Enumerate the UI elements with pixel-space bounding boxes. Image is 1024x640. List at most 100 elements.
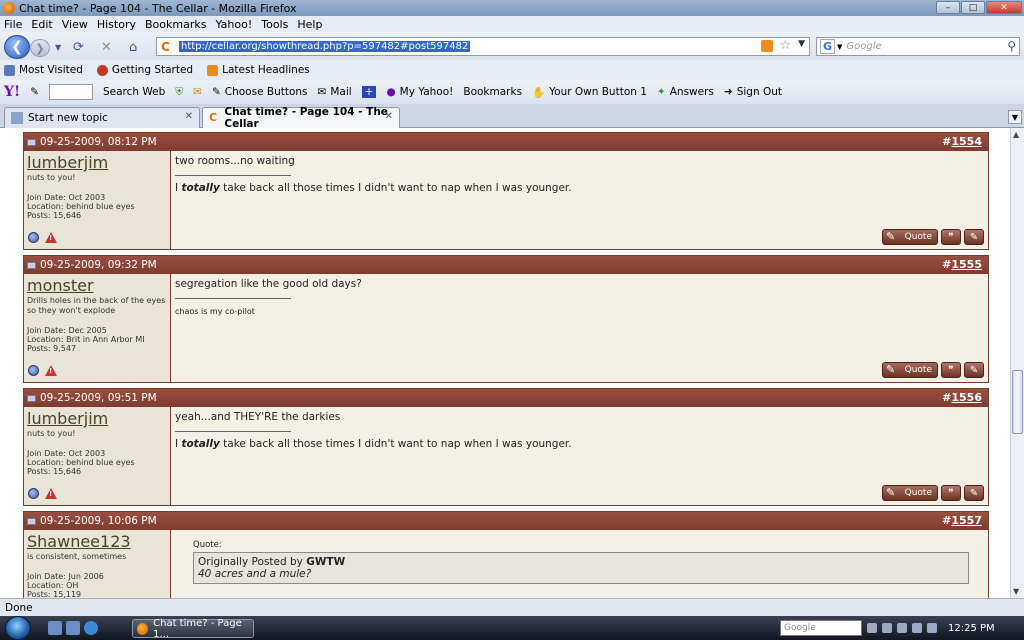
history-dropdown-icon[interactable]: ▼ [55, 43, 61, 52]
menu-bookmarks[interactable]: Bookmarks [145, 18, 206, 31]
username-link[interactable]: lumberjim [27, 154, 170, 172]
quote-button[interactable]: Quote [882, 485, 938, 501]
post-header: 09-25-2009, 09:51 PM #1556 [24, 389, 988, 407]
multi-quote-icon[interactable]: ❞ [941, 229, 961, 245]
tray-icon[interactable] [882, 623, 892, 633]
search-input[interactable]: Google [846, 41, 881, 52]
tab-start-new-topic[interactable]: Start new topic ✕ [4, 107, 200, 128]
shield-icon[interactable]: ⛨ [175, 86, 183, 99]
tray-icon[interactable] [897, 623, 907, 633]
internet-explorer-icon[interactable] [84, 621, 98, 635]
online-status-icon[interactable] [28, 365, 39, 376]
report-post-icon[interactable] [45, 365, 57, 376]
yahoo-choose-buttons[interactable]: ✎ Choose Buttons [212, 86, 308, 98]
close-button[interactable]: ✕ [986, 1, 1022, 14]
scroll-down-icon[interactable]: ▼ [1013, 587, 1019, 596]
post-number[interactable]: #1557 [942, 514, 982, 527]
tab-close-icon[interactable]: ✕ [385, 111, 393, 122]
quick-reply-icon[interactable]: ✎ [964, 485, 984, 501]
quick-reply-icon[interactable]: ✎ [964, 362, 984, 378]
menu-edit[interactable]: Edit [31, 18, 52, 31]
menu-history[interactable]: History [97, 18, 136, 31]
network-icon[interactable] [912, 623, 922, 633]
menu-yahoo[interactable]: Yahoo! [215, 18, 252, 31]
username-link[interactable]: monster [27, 277, 170, 295]
bookmark-latest-headlines[interactable]: Latest Headlines [207, 64, 310, 76]
answers-icon: ✦ [656, 86, 666, 98]
plus-icon[interactable]: + [361, 86, 377, 98]
tab-close-icon[interactable]: ✕ [185, 111, 193, 122]
url-bar[interactable]: C http://cellar.org/showthread.php?p=597… [156, 37, 810, 56]
quote-button[interactable]: Quote [882, 229, 938, 245]
menu-tools[interactable]: Tools [261, 18, 288, 31]
quote-button[interactable]: Quote [882, 362, 938, 378]
scroll-up-icon[interactable]: ▲ [1013, 130, 1019, 139]
yahoo-search-input[interactable] [48, 84, 93, 100]
rss-feed-icon[interactable] [761, 40, 773, 52]
post-number-hash: # [942, 514, 952, 527]
tray-icon[interactable] [867, 623, 877, 633]
user-icons [28, 488, 57, 499]
system-clock[interactable]: 12:25 PM [948, 623, 995, 634]
engine-dropdown-icon[interactable]: ▼ [837, 43, 842, 51]
vertical-scrollbar[interactable]: ▲ ▼ [1010, 128, 1024, 598]
report-post-icon[interactable] [45, 232, 57, 243]
maximize-button[interactable]: □ [961, 1, 985, 14]
desktop-search-input[interactable]: Google [780, 620, 862, 636]
taskbar-firefox-window[interactable]: Chat time? - Page 1... [132, 618, 254, 640]
stop-icon[interactable]: ✕ [101, 40, 112, 55]
quick-reply-icon[interactable]: ✎ [964, 229, 984, 245]
pencil-icon[interactable]: ✎ [30, 86, 39, 98]
yahoo-your-own-button[interactable]: ✋ Your Own Button 1 [532, 86, 647, 99]
post-number-link[interactable]: 1557 [951, 514, 982, 527]
tab-chat-time[interactable]: C Chat time? - Page 104 - The Cellar ✕ [202, 106, 400, 130]
yahoo-mail[interactable]: ✉ Mail [318, 86, 352, 98]
quote-attribution-prefix: Originally Posted by [198, 556, 307, 568]
post-number[interactable]: #1554 [942, 135, 982, 148]
url-text[interactable]: http://cellar.org/showthread.php?p=59748… [179, 41, 471, 52]
online-status-icon[interactable] [28, 232, 39, 243]
envelope-icon[interactable]: ✉ [193, 86, 202, 98]
username-link[interactable]: lumberjim [27, 410, 170, 428]
menu-view[interactable]: View [62, 18, 88, 31]
username-link[interactable]: Shawnee123 [27, 533, 170, 551]
yahoo-sign-out[interactable]: ➜ Sign Out [724, 86, 782, 98]
post-number-link[interactable]: 1556 [951, 391, 982, 404]
menu-help[interactable]: Help [297, 18, 322, 31]
search-engine-icon[interactable]: G [820, 39, 836, 54]
post-date: 09-25-2009, 09:51 PM [40, 392, 157, 404]
home-icon[interactable]: ⌂ [129, 40, 137, 55]
post-number[interactable]: #1555 [942, 258, 982, 271]
menu-file[interactable]: File [4, 18, 22, 31]
minimize-button[interactable]: – [936, 1, 960, 14]
url-dropdown-icon[interactable]: ▼ [798, 39, 805, 49]
multi-quote-icon[interactable]: ❞ [941, 362, 961, 378]
post-number-link[interactable]: 1555 [951, 258, 982, 271]
system-tray: Google 12:25 PM [774, 616, 1024, 640]
forward-button[interactable]: ❯ [30, 39, 50, 57]
switch-windows-icon[interactable] [66, 621, 80, 635]
bookmark-most-visited[interactable]: Most Visited [4, 64, 83, 76]
online-status-icon[interactable] [28, 488, 39, 499]
search-icon[interactable]: ⚲ [1007, 39, 1016, 53]
bookmark-getting-started[interactable]: Getting Started [96, 64, 193, 76]
show-desktop-icon[interactable] [48, 621, 62, 635]
bookmark-star-icon[interactable]: ☆ [779, 38, 791, 53]
tab-list-dropdown[interactable]: ▼ [1008, 110, 1022, 124]
yahoo-answers[interactable]: ✦ Answers [657, 86, 714, 98]
start-button[interactable] [0, 616, 34, 640]
yahoo-logo[interactable]: Y! [4, 84, 20, 100]
post-number-link[interactable]: 1554 [951, 135, 982, 148]
yahoo-search-web[interactable]: Search Web [103, 86, 165, 98]
back-button[interactable]: ❮ [4, 35, 30, 59]
post-number[interactable]: #1556 [942, 391, 982, 404]
scrollbar-thumb[interactable] [1012, 370, 1023, 434]
item-label: Bookmarks [463, 86, 523, 98]
report-post-icon[interactable] [45, 488, 57, 499]
search-box[interactable]: G ▼ Google ⚲ [816, 37, 1020, 56]
yahoo-my-yahoo[interactable]: ● My Yahoo! [386, 86, 453, 98]
yahoo-bookmarks[interactable]: Bookmarks [463, 86, 522, 98]
reload-icon[interactable]: ⟳ [73, 40, 84, 55]
volume-icon[interactable] [927, 623, 937, 633]
multi-quote-icon[interactable]: ❞ [941, 485, 961, 501]
